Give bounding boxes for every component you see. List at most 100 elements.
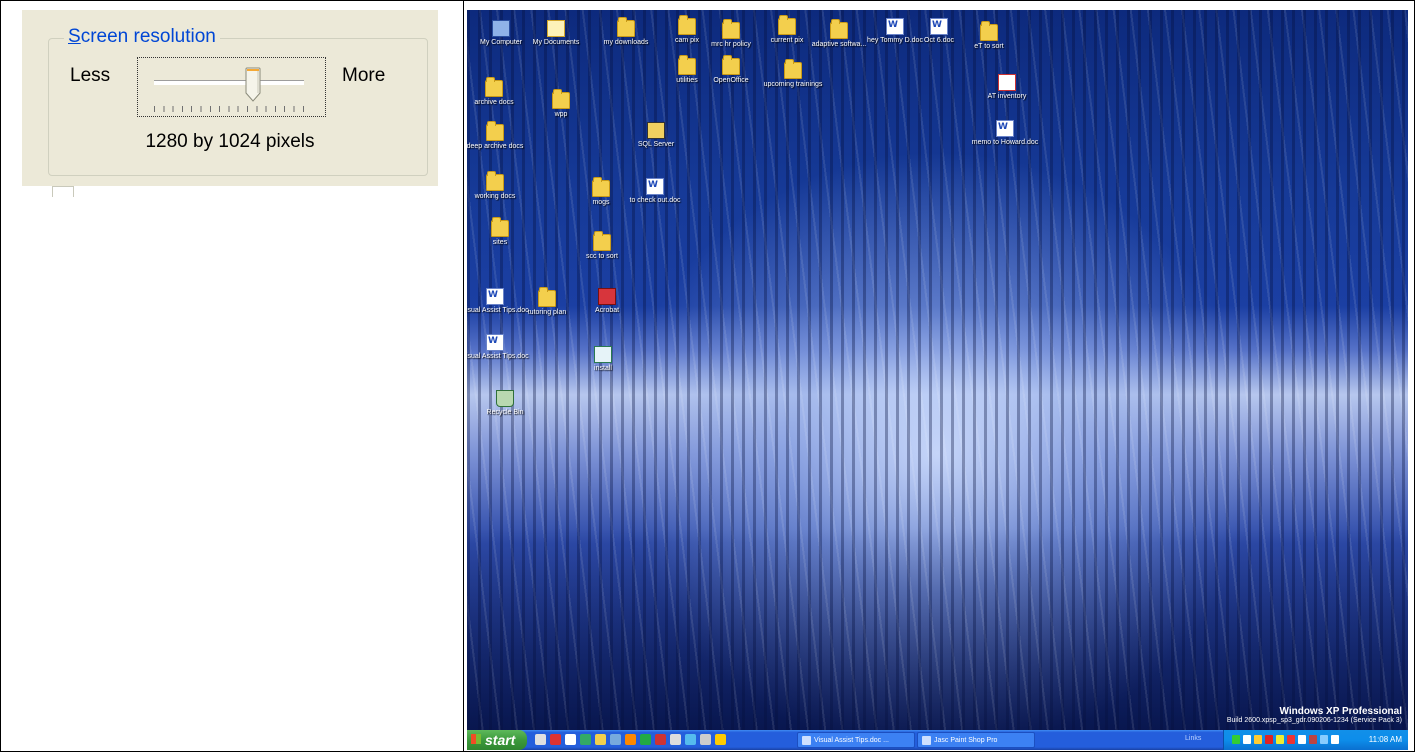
pdf-doc-icon: [998, 74, 1016, 91]
os-build: Build 2600.xpsp_sp3_gdr.090206-1234 (Ser…: [1226, 717, 1402, 724]
os-brand: Windows XP Professional Build 2600.xpsp_…: [1227, 706, 1402, 724]
tray-app-icon[interactable]: [1331, 735, 1339, 744]
tray-app-icon[interactable]: [1298, 735, 1306, 744]
wallpaper-forest: [467, 10, 1408, 750]
windows-logo-icon: [471, 734, 481, 744]
folder-icon: [592, 177, 610, 197]
quick-launch-app-icon[interactable]: [715, 734, 726, 745]
tray-app-icon[interactable]: [1254, 735, 1262, 744]
app-shortcut-icon: [598, 288, 616, 305]
word-doc-icon: [996, 120, 1014, 137]
folder-icon: [778, 15, 796, 35]
desktop-icon-openoffice[interactable]: OpenOffice: [697, 55, 765, 85]
quick-launch-app-icon[interactable]: [700, 734, 711, 745]
installer-icon: [594, 346, 612, 363]
folder-icon: [485, 77, 503, 97]
tray-icons: [1232, 735, 1339, 744]
system-tray: 11:08 AM: [1223, 730, 1408, 750]
folder-icon: [980, 21, 998, 41]
panel-divider: [463, 0, 464, 752]
slider-thumb[interactable]: [245, 67, 261, 103]
desktop-icon-recycle-bin[interactable]: Recycle Bin: [471, 390, 539, 417]
word-doc-icon: [930, 18, 948, 35]
desktop-icon-deep-archive-docs[interactable]: deep archive docs: [467, 121, 529, 151]
os-brand-name: Windows XP Professional: [1279, 706, 1402, 717]
quick-launch-app-icon[interactable]: [685, 734, 696, 745]
word-doc-icon: [646, 178, 664, 195]
desktop-icon-working-docs[interactable]: working docs: [467, 171, 529, 201]
folder-icon: [593, 231, 611, 251]
desktop-icon-my-documents[interactable]: My Documents: [522, 20, 590, 47]
sql-server-icon: [647, 122, 665, 139]
quick-launch-app-icon[interactable]: [595, 734, 606, 745]
my-computer-icon: [492, 20, 510, 37]
desktop-icon-upcoming-trainings[interactable]: upcoming trainings: [759, 59, 827, 89]
slider-ticks: [154, 106, 304, 112]
desktop-icon-to-check-out[interactable]: to check out.doc: [621, 178, 689, 205]
desktop-icon-scc-to-sort[interactable]: scc to sort: [568, 231, 636, 261]
tray-app-icon[interactable]: [1309, 735, 1317, 744]
desktop-icon-sql-server[interactable]: SQL Server: [622, 122, 690, 149]
quick-launch-app-icon[interactable]: [535, 734, 546, 745]
desktop-icon-acrobat[interactable]: Acrobat: [573, 288, 641, 315]
quick-launch-app-icon[interactable]: [580, 734, 591, 745]
less-label: Less: [70, 65, 111, 86]
recycle-bin-icon: [496, 390, 514, 407]
desktop-icon-memo-to-howard[interactable]: memo to Howard.doc: [971, 120, 1039, 147]
quick-launch-app-icon[interactable]: [565, 734, 576, 745]
folder-icon: [678, 55, 696, 75]
folder-icon: [678, 15, 696, 35]
desktop-icon-et-to-sort[interactable]: eT to sort: [955, 21, 1023, 51]
quick-launch-app-icon[interactable]: [655, 734, 666, 745]
desktop-icon-tutoring-plan[interactable]: tutoring plan: [513, 287, 581, 317]
folder-icon: [830, 19, 848, 39]
tray-app-icon[interactable]: [1276, 735, 1284, 744]
more-label: More: [342, 65, 386, 86]
resolution-value: 1280 by 1024 pixels: [145, 131, 315, 152]
folder-icon: [784, 59, 802, 79]
tray-app-icon[interactable]: [1265, 735, 1273, 744]
quick-launch: [535, 734, 726, 746]
desktop-icon-my-downloads[interactable]: my downloads: [592, 17, 660, 47]
desktop-icon-sites[interactable]: sites: [467, 217, 534, 247]
tray-app-icon[interactable]: [1320, 735, 1328, 744]
quick-launch-app-icon[interactable]: [640, 734, 651, 745]
my-documents-icon: [547, 20, 565, 37]
folder-icon: [486, 171, 504, 191]
quick-launch-app-icon[interactable]: [550, 734, 561, 745]
folder-icon: [491, 217, 509, 237]
folder-icon: [486, 121, 504, 141]
folder-icon: [722, 19, 740, 39]
folder-icon: [552, 89, 570, 109]
folder-icon: [722, 55, 740, 75]
quick-launch-app-icon[interactable]: [610, 734, 621, 745]
links-toolbar[interactable]: Links: [1185, 735, 1201, 742]
screen-resolution-panel: Screen resolution Less More 1280 by 1024…: [22, 10, 438, 197]
start-label: start: [485, 732, 516, 748]
tray-app-icon[interactable]: [1287, 735, 1295, 744]
word-doc-icon: [486, 288, 504, 305]
quick-launch-app-icon[interactable]: [670, 734, 681, 745]
slider-track: [154, 80, 304, 85]
taskbar: start Visual Assist Tips.doc ... Jasc Pa…: [467, 730, 1408, 750]
quick-launch-app-icon[interactable]: [625, 734, 636, 745]
desktop-icon-wpp[interactable]: wpp: [527, 89, 595, 119]
checkbox[interactable]: [52, 186, 74, 197]
desktop-icon-archive-docs[interactable]: archive docs: [467, 77, 528, 107]
clock[interactable]: 11:08 AM: [1369, 735, 1402, 744]
word-doc-icon: [486, 334, 504, 351]
resolution-slider[interactable]: [137, 57, 326, 117]
word-doc-icon: [886, 18, 904, 35]
folder-icon: [617, 17, 635, 37]
desktop-icon-install[interactable]: install: [569, 346, 637, 373]
taskbar-button-paint-shop-pro[interactable]: Jasc Paint Shop Pro: [917, 732, 1035, 748]
folder-icon: [538, 287, 556, 307]
screen-resolution-legend: Screen resolution: [64, 26, 220, 48]
start-button[interactable]: start: [467, 730, 527, 750]
desktop-icon-visual-assist-tips-2[interactable]: Visual Assist Tips.doc: [467, 334, 529, 361]
taskbar-button-visual-assist[interactable]: Visual Assist Tips.doc ...: [797, 732, 915, 748]
desktop-icon-at-inventory[interactable]: AT inventory: [973, 74, 1041, 101]
desktop: My Computer My Documents my downloads ca…: [467, 10, 1408, 750]
tray-app-icon[interactable]: [1232, 735, 1240, 744]
tray-app-icon[interactable]: [1243, 735, 1251, 744]
